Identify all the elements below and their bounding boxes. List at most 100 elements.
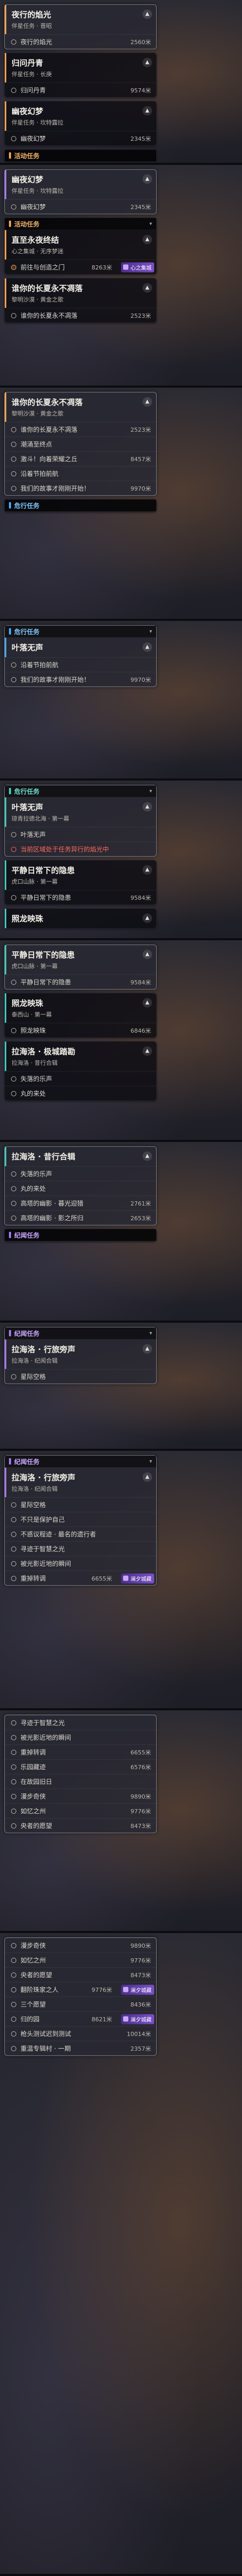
collapse-toggle-icon[interactable]: ▲ <box>143 174 152 184</box>
quest-card[interactable]: 危行任务 ▾ 叶落无声 琼青拉德北海 · 第一幕 ▲ 叶落无声 当前区域处于任务异行的焰光中 <box>4 785 157 857</box>
objective-row[interactable]: 枪头测试迟到测试 10014米 <box>5 2026 156 2041</box>
objective-row[interactable]: 谁你的长夏永不凋落 2523米 <box>5 422 156 437</box>
objective-row[interactable]: 丸的来处 <box>5 1086 156 1100</box>
quest-card[interactable]: 谁你的长夏永不凋落 黎明沙漠 · 黄金之歌 ▲ 谁你的长夏永不凋落 2523米 潮涌至终点… <box>4 392 157 496</box>
objective-row[interactable]: 我们的故事才刚刚开始！ 9970米 <box>5 672 156 687</box>
objective-row[interactable]: 幽夜幻梦 2345米 <box>5 199 156 214</box>
quest-card[interactable]: 幽夜幻梦 伴星任务 · 坎特露拉 ▲ 幽夜幻梦 2345米 <box>4 101 157 146</box>
collapse-toggle-icon[interactable]: ▲ <box>143 1046 152 1056</box>
quest-card[interactable]: 纪闻任务 ▾ 拉海洛 · 行旅旁声 拉海洛 · 纪闻合辑 ▲ 星际空格 不只是保护自己 不惑议… <box>4 1455 157 1586</box>
objective-row[interactable]: 夜行的焰光 2560米 <box>5 34 156 49</box>
category-header[interactable]: 活动任务 <box>5 150 156 162</box>
category-header[interactable]: 纪闻任务 <box>5 1229 156 1241</box>
objective-row[interactable]: 央者的愿望 8473米 <box>5 1967 156 1982</box>
region-badge[interactable]: 澜夕城藏 <box>121 2014 154 2024</box>
collapse-toggle-icon[interactable]: ▲ <box>143 998 152 1007</box>
quest-header[interactable]: 拉海洛 · 行旅旁声 拉海洛 · 纪闻合辑 ▲ <box>5 1339 156 1369</box>
quest-header[interactable]: 照龙映珠 泰西山 · 第一幕 ▲ <box>5 993 156 1023</box>
quest-card[interactable]: 归问丹青 伴星任务 · 长庚 ▲ 归问丹青 9574米 <box>4 53 157 98</box>
objective-row[interactable]: 我们的故事才刚刚开始！ 9970米 <box>5 481 156 495</box>
quest-card[interactable]: 拉海洛 · 昔行合辑 ▲ 失落的乐声 丸的来处 高塔的幽影 · 暮光迎猎 2761米 高塔的… <box>4 1146 157 1225</box>
quest-header[interactable]: 拉海洛 · 行旅旁声 拉海洛 · 纪闻合辑 ▲ <box>5 1468 156 1497</box>
collapse-toggle-icon[interactable]: ▲ <box>143 1344 152 1354</box>
collapse-toggle-icon[interactable]: ▲ <box>143 235 152 244</box>
quest-card[interactable]: 纪闻任务 <box>4 1229 157 1242</box>
objective-row[interactable]: 失落的乐声 <box>5 1166 156 1181</box>
objective-row[interactable]: 如忆之州 9776米 <box>5 1803 156 1818</box>
quest-header[interactable]: 幽夜幻梦 伴星任务 · 坎特露拉 ▲ <box>5 170 156 199</box>
collapse-toggle-icon[interactable]: ▲ <box>143 106 152 116</box>
quest-card[interactable]: 照龙映珠 泰西山 · 第一幕 ▲ 照龙映珠 6846米 <box>4 993 157 1038</box>
objective-row[interactable]: 如忆之州 9776米 <box>5 1952 156 1967</box>
objective-row[interactable]: 高塔的幽影 · 暮光迎猎 2761米 <box>5 1196 156 1210</box>
collapse-toggle-icon[interactable]: ▲ <box>143 642 152 652</box>
quest-card[interactable]: 活动任务 <box>4 149 157 162</box>
collapse-toggle-icon[interactable]: ▲ <box>143 9 152 19</box>
objective-row[interactable]: 翻阶珠家之人 9776米 澜夕城藏 <box>5 1982 156 1997</box>
quest-header[interactable]: 夜行的焰光 伴星任务 · 晋昭 ▲ <box>5 5 156 34</box>
objective-row[interactable]: 被光影近地的瞬间 <box>5 1730 156 1744</box>
quest-header[interactable]: 幽夜幻梦 伴星任务 · 坎特露拉 ▲ <box>5 101 156 131</box>
objective-row[interactable]: 重温专辑村 · 一期 2357米 <box>5 2041 156 2055</box>
objective-row[interactable]: 不惑议程迹 · 最名的遗行者 <box>5 1526 156 1541</box>
objective-row[interactable]: 潮涌至终点 <box>5 437 156 451</box>
quest-header[interactable]: 叶落无声 琼青拉德北海 · 第一幕 ▲ <box>5 797 156 827</box>
quest-header[interactable]: 照龙映珠 ▲ <box>5 909 156 928</box>
objective-row[interactable]: 谁你的长夏永不凋落 2523米 <box>5 308 156 323</box>
collapse-toggle-icon[interactable]: ▲ <box>143 1472 152 1482</box>
region-badge[interactable]: 心之集城 <box>121 262 154 272</box>
collapse-toggle-icon[interactable]: ▲ <box>143 1151 152 1161</box>
objective-row[interactable]: 平静日常下的隐患 9584米 <box>5 890 156 905</box>
category-header[interactable]: 危行任务 <box>5 500 156 512</box>
category-header[interactable]: 纪闻任务 ▾ <box>5 1327 156 1339</box>
category-header[interactable]: 活动任务 ▾ <box>5 218 156 230</box>
quest-header[interactable]: 直至永夜终结 心之集城 · 无序梦迷 ▲ <box>5 230 156 259</box>
objective-row[interactable]: 当前区域处于任务异行的焰光中 <box>5 842 156 856</box>
collapse-toggle-icon[interactable]: ▲ <box>143 950 152 959</box>
objective-row[interactable]: 寻迹于智慧之光 <box>5 1541 156 1556</box>
objective-row[interactable]: 高塔的幽影 · 影之所归 2653米 <box>5 1210 156 1225</box>
objective-row[interactable]: 被光影近地的瞬间 <box>5 1556 156 1571</box>
quest-header[interactable]: 谁你的长夏永不凋落 黎明沙漠 · 黄金之歌 ▲ <box>5 278 156 308</box>
collapse-toggle-icon[interactable]: ▲ <box>143 913 152 923</box>
quest-card[interactable]: 夜行的焰光 伴星任务 · 晋昭 ▲ 夜行的焰光 2560米 <box>4 4 157 49</box>
quest-card[interactable]: 幽夜幻梦 伴星任务 · 坎特露拉 ▲ 幽夜幻梦 2345米 <box>4 169 157 214</box>
objective-row[interactable]: 失落的乐声 <box>5 1071 156 1086</box>
quest-card[interactable]: 拉海洛 · 极城踏勘 拉海洛 · 昔行合辑 ▲ 失落的乐声 丸的来处 <box>4 1041 157 1101</box>
objective-row[interactable]: 丸的来处 <box>5 1181 156 1196</box>
objective-row[interactable]: 不只是保护自己 <box>5 1512 156 1526</box>
objective-row[interactable]: 归的园 8621米 澜夕城藏 <box>5 2011 156 2026</box>
quest-card[interactable]: 活动任务 ▾ 直至永夜终结 心之集城 · 无序梦迷 ▲ 前往与创造之门 8263米 心之集城 <box>4 217 157 275</box>
collapse-toggle-icon[interactable]: ▲ <box>143 865 152 875</box>
quest-header[interactable]: 平静日常下的隐患 虎口山脉 · 第一幕 ▲ <box>5 860 156 890</box>
objective-row[interactable]: 前往与创造之门 8263米 心之集城 <box>5 259 156 274</box>
objective-row[interactable]: 叶落无声 <box>5 827 156 842</box>
quest-card[interactable]: 纪闻任务 ▾ 拉海洛 · 行旅旁声 拉海洛 · 纪闻合辑 ▲ 星际空格 <box>4 1327 157 1384</box>
region-badge[interactable]: 澜夕城藏 <box>121 1573 154 1583</box>
quest-card[interactable]: 寻迹于智慧之光 被光影近地的瞬间 重掉转调 6655米 乐园藏迹 6576米 在故园旧日 漫步… <box>4 1715 157 1833</box>
quest-card[interactable]: 谁你的长夏永不凋落 黎明沙漠 · 黄金之歌 ▲ 谁你的长夏永不凋落 2523米 <box>4 278 157 323</box>
collapse-toggle-icon[interactable]: ▲ <box>143 58 152 67</box>
objective-row[interactable]: 漫步奇侠 9890米 <box>5 1938 156 1952</box>
objective-row[interactable]: 星际空格 <box>5 1497 156 1512</box>
objective-row[interactable]: 重掉转调 6655米 澜夕城藏 <box>5 1571 156 1585</box>
collapse-toggle-icon[interactable]: ▲ <box>143 283 152 293</box>
quest-card[interactable]: 平静日常下的隐患 虎口山脉 · 第一幕 ▲ 平静日常下的隐患 9584米 <box>4 944 157 990</box>
objective-row[interactable]: 平静日常下的隐患 9584米 <box>5 974 156 989</box>
quest-header[interactable]: 谁你的长夏永不凋落 黎明沙漠 · 黄金之歌 ▲ <box>5 392 156 422</box>
objective-row[interactable]: 三个愿望 8436米 <box>5 1997 156 2011</box>
objective-row[interactable]: 幽夜幻梦 2345米 <box>5 131 156 146</box>
quest-card[interactable]: 危行任务 <box>4 499 157 512</box>
objective-row[interactable]: 寻迹于智慧之光 <box>5 1715 156 1730</box>
category-header[interactable]: 危行任务 ▾ <box>5 626 156 638</box>
objective-row[interactable]: 沿着节拍前航 <box>5 466 156 481</box>
category-header[interactable]: 纪闻任务 ▾ <box>5 1456 156 1468</box>
quest-card[interactable]: 照龙映珠 ▲ <box>4 908 157 929</box>
quest-header[interactable]: 叶落无声 ▲ <box>5 638 156 657</box>
quest-card[interactable]: 危行任务 ▾ 叶落无声 ▲ 沿着节拍前航 我们的故事才刚刚开始！ 9970米 <box>4 625 157 687</box>
collapse-toggle-icon[interactable]: ▲ <box>143 397 152 407</box>
objective-row[interactable]: 照龙映珠 6846米 <box>5 1023 156 1037</box>
quest-card[interactable]: 漫步奇侠 9890米 如忆之州 9776米 央者的愿望 8473米 翻阶珠家之人 9776米澜… <box>4 1937 157 2056</box>
quest-card[interactable]: 平静日常下的隐患 虎口山脉 · 第一幕 ▲ 平静日常下的隐患 9584米 <box>4 860 157 905</box>
region-badge[interactable]: 澜夕城藏 <box>121 1985 154 1995</box>
